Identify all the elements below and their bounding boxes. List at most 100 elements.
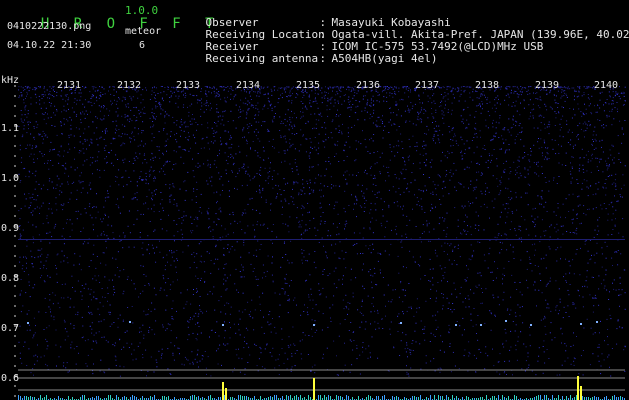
noise-pixel <box>128 106 130 108</box>
noise-pixel <box>450 139 452 140</box>
noise-pixel <box>617 92 619 94</box>
noise-pixel <box>289 146 291 148</box>
info-label: Receiving antenna <box>205 52 319 65</box>
noise-pixel <box>388 254 390 256</box>
noise-pixel <box>117 159 119 160</box>
noise-pixel <box>270 203 272 205</box>
noise-pixel <box>52 165 54 166</box>
noise-pixel <box>350 106 352 108</box>
noise-pixel <box>196 290 198 292</box>
noise-pixel <box>440 176 441 178</box>
noise-pixel <box>180 156 182 158</box>
noise-pixel <box>180 126 181 128</box>
noise-pixel <box>236 289 238 291</box>
noise-pixel <box>404 86 406 88</box>
noise-pixel <box>453 127 454 129</box>
noise-pixel <box>407 105 408 107</box>
noise-pixel <box>434 314 436 316</box>
noise-pixel <box>489 247 491 249</box>
noise-pixel <box>175 163 177 165</box>
noise-pixel <box>66 219 68 220</box>
noise-pixel <box>227 156 229 158</box>
noise-pixel <box>230 327 231 329</box>
noise-pixel <box>618 232 620 234</box>
noise-pixel <box>228 147 230 149</box>
noise-pixel <box>231 170 233 172</box>
noise-pixel <box>231 88 233 90</box>
noise-pixel <box>511 127 513 128</box>
noise-pixel <box>458 90 460 92</box>
noise-pixel <box>217 258 219 260</box>
noise-pixel <box>30 202 32 204</box>
noise-pixel <box>191 253 193 255</box>
noise-pixel <box>154 333 156 335</box>
noise-pixel <box>502 283 503 285</box>
noise-pixel <box>214 92 216 94</box>
noise-pixel <box>395 177 397 179</box>
noise-pixel <box>215 122 217 124</box>
noise-pixel <box>22 121 24 123</box>
noise-pixel <box>621 327 623 329</box>
noise-pixel <box>369 212 371 214</box>
noise-pixel <box>49 86 51 88</box>
noise-pixel <box>38 95 40 97</box>
noise-pixel <box>210 141 212 143</box>
noise-pixel <box>241 167 243 169</box>
noise-pixel <box>160 86 162 87</box>
noise-pixel <box>613 162 615 164</box>
noise-pixel <box>469 353 471 355</box>
noise-pixel <box>126 278 128 280</box>
noise-pixel <box>264 348 266 350</box>
noise-pixel <box>349 302 351 304</box>
noise-pixel <box>442 151 443 153</box>
noise-pixel <box>549 124 551 126</box>
noise-pixel <box>589 294 591 296</box>
noise-pixel <box>436 290 437 292</box>
noise-pixel <box>382 277 384 278</box>
noise-pixel <box>155 101 157 102</box>
noise-pixel <box>338 102 339 104</box>
noise-pixel <box>215 213 217 215</box>
noise-pixel <box>459 95 461 97</box>
noise-pixel <box>442 195 444 197</box>
noise-pixel <box>543 318 544 320</box>
noise-pixel <box>150 356 152 358</box>
noise-pixel <box>526 192 528 194</box>
noise-pixel <box>100 106 102 108</box>
noise-pixel <box>271 178 273 180</box>
noise-pixel <box>513 92 515 94</box>
noise-pixel <box>430 288 432 290</box>
noise-pixel <box>74 147 76 149</box>
noise-pixel <box>612 103 614 105</box>
noise-pixel <box>621 127 623 129</box>
noise-pixel <box>607 336 608 338</box>
noise-pixel <box>611 174 613 176</box>
noise-pixel <box>309 99 311 101</box>
noise-pixel <box>573 332 574 334</box>
noise-pixel <box>486 99 488 101</box>
noise-pixel <box>314 137 316 138</box>
noise-pixel <box>495 121 497 123</box>
noise-pixel <box>545 147 546 149</box>
noise-pixel <box>330 99 332 101</box>
noise-pixel <box>287 295 289 296</box>
noise-pixel <box>482 147 484 149</box>
noise-pixel <box>547 282 549 284</box>
noise-pixel <box>277 173 279 175</box>
noise-pixel <box>305 122 307 124</box>
noise-pixel <box>273 147 275 149</box>
noise-pixel <box>199 309 201 311</box>
noise-pixel <box>43 102 45 104</box>
noise-pixel <box>227 96 228 98</box>
noise-pixel <box>43 329 45 330</box>
noise-pixel <box>99 110 101 112</box>
noise-pixel <box>499 103 501 105</box>
noise-pixel <box>164 145 166 147</box>
noise-pixel <box>155 118 156 120</box>
noise-pixel <box>142 121 144 123</box>
noise-pixel <box>397 331 399 332</box>
noise-pixel <box>545 254 547 256</box>
noise-pixel <box>26 87 28 89</box>
noise-pixel <box>81 337 83 339</box>
noise-pixel <box>416 204 418 206</box>
